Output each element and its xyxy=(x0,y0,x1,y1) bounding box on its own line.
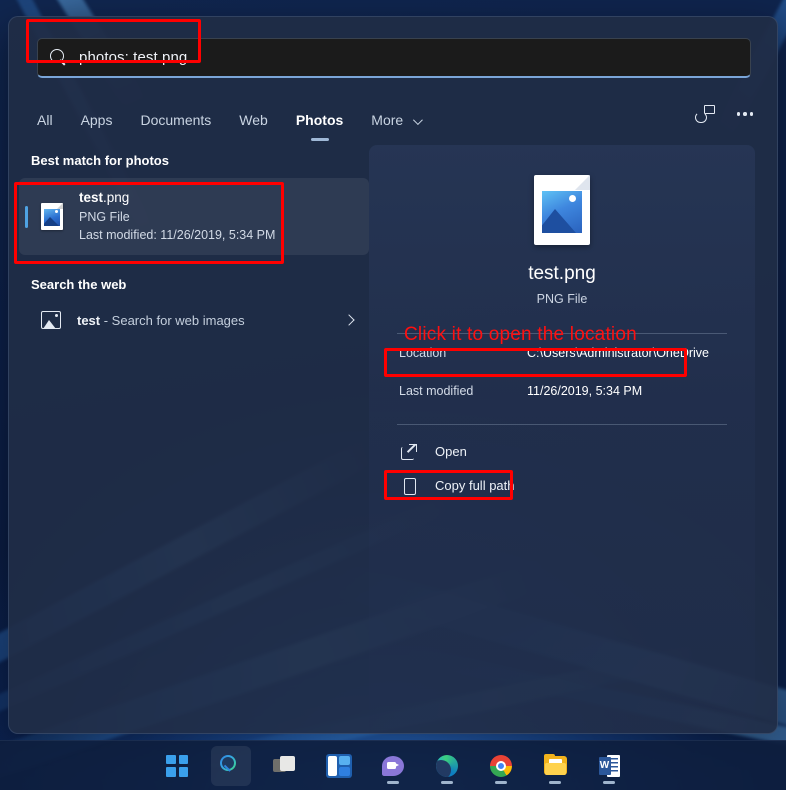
detail-row-location[interactable]: Location C:\Users\Administrator\OneDrive xyxy=(395,334,729,372)
search-web-heading: Search the web xyxy=(31,277,127,293)
folder-icon xyxy=(543,754,567,775)
result-last-modified: Last modified: 11/26/2019, 5:34 PM xyxy=(79,228,276,243)
preview-file-type: PNG File xyxy=(536,291,588,306)
preview-divider-bottom xyxy=(397,423,727,425)
web-search-label: test - Search for web images xyxy=(77,313,345,328)
tab-web[interactable]: Web xyxy=(225,108,282,132)
search-input-value: photos: test.png xyxy=(79,49,188,66)
tab-label: All xyxy=(37,112,53,128)
taskbar-item-widgets[interactable] xyxy=(319,746,359,786)
widgets-icon xyxy=(326,753,352,778)
best-match-heading: Best match for photos xyxy=(31,153,169,168)
png-file-icon xyxy=(41,203,63,231)
word-icon: W xyxy=(598,754,620,777)
preview-actions: Open Copy full path xyxy=(395,435,729,503)
action-label: Copy full path xyxy=(435,478,515,494)
action-open[interactable]: Open xyxy=(395,435,729,469)
tab-label: More xyxy=(371,112,404,128)
tab-documents[interactable]: Documents xyxy=(126,108,225,132)
chevron-down-icon xyxy=(413,115,423,126)
word-icon-letter: W xyxy=(598,756,611,775)
taskbar-item-word[interactable]: W xyxy=(589,746,629,786)
chrome-icon xyxy=(490,754,512,777)
start-icon xyxy=(166,754,188,777)
png-file-icon-large xyxy=(534,175,590,245)
feedback-icon[interactable] xyxy=(694,105,715,123)
taskbar: W xyxy=(0,740,786,790)
taskbar-item-start[interactable] xyxy=(157,746,197,786)
result-title-name: test xyxy=(79,190,104,205)
tab-all[interactable]: All xyxy=(37,108,67,132)
detail-label: Last modified xyxy=(399,383,474,398)
detail-label: Location xyxy=(399,345,447,360)
web-search-suffix: - Search for web images xyxy=(100,312,245,328)
search-input[interactable]: photos: test.png xyxy=(37,38,751,78)
tab-label: Apps xyxy=(80,112,113,128)
web-search-query: test xyxy=(77,312,101,328)
search-filter-tabs: All Apps Documents Web Photos More xyxy=(37,103,434,141)
taskbar-item-chrome[interactable] xyxy=(481,746,521,786)
search-icon xyxy=(50,49,67,66)
tab-label: Photos xyxy=(295,112,344,128)
tab-apps[interactable]: Apps xyxy=(67,108,127,132)
edge-icon xyxy=(436,754,458,777)
taskbar-item-file-explorer[interactable] xyxy=(535,746,575,786)
tab-photos[interactable]: Photos xyxy=(282,108,357,141)
taskbar-item-edge[interactable] xyxy=(427,746,467,786)
file-preview-pane: test.png PNG File Location C:\Users\Admi… xyxy=(369,145,755,733)
search-results-list: Best match for photos test.png PNG File … xyxy=(9,145,369,733)
preview-file-name: test.png xyxy=(528,263,596,284)
windows-search-panel: photos: test.png All Apps Documents Web … xyxy=(8,16,778,734)
image-icon xyxy=(41,311,61,330)
result-title: test.png xyxy=(79,188,275,208)
action-copy-full-path[interactable]: Copy full path xyxy=(395,469,729,503)
tab-more[interactable]: More xyxy=(357,108,434,132)
taskbar-item-search[interactable] xyxy=(211,745,251,786)
copy-icon xyxy=(401,477,417,495)
search-box-container: photos: test.png xyxy=(37,38,751,78)
taskbar-item-task-view[interactable] xyxy=(265,746,305,786)
open-external-icon xyxy=(401,443,417,460)
chevron-right-icon xyxy=(343,314,355,326)
panel-header-actions xyxy=(694,105,753,123)
action-label: Open xyxy=(435,444,467,460)
taskbar-item-chat[interactable] xyxy=(373,746,413,786)
tab-label: Web xyxy=(239,112,268,128)
chat-icon xyxy=(382,755,404,776)
ellipsis-icon[interactable] xyxy=(736,112,753,116)
detail-row-last-modified: Last modified 11/26/2019, 5:34 PM xyxy=(395,372,729,410)
task-view-icon xyxy=(273,755,297,776)
search-icon xyxy=(219,754,243,778)
detail-value: 11/26/2019, 5:34 PM xyxy=(527,383,643,398)
detail-value: C:\Users\Administrator\OneDrive xyxy=(527,345,709,360)
result-title-ext: .png xyxy=(103,190,130,205)
tab-label: Documents xyxy=(140,112,212,128)
result-item-test-png[interactable]: test.png PNG File Last modified: 11/26/2… xyxy=(19,178,369,256)
result-file-type: PNG File xyxy=(79,209,130,224)
web-search-item[interactable]: test - Search for web images xyxy=(19,302,369,338)
